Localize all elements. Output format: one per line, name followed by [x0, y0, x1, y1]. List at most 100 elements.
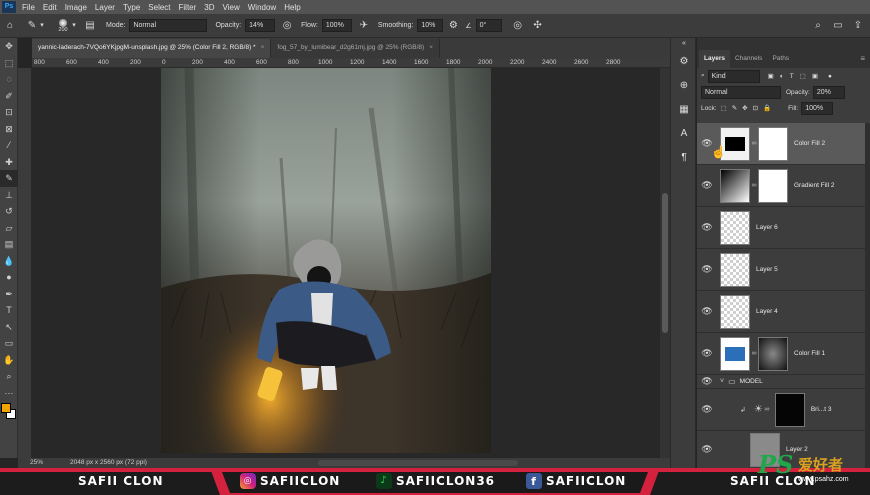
horizontal-scrollbar[interactable]	[318, 460, 518, 466]
libraries-icon[interactable]: ▦	[671, 98, 697, 122]
close-icon[interactable]: ×	[261, 44, 265, 51]
foreground-color-swatch[interactable]	[1, 403, 11, 413]
eyedropper-tool-icon[interactable]: ⁄	[0, 137, 18, 154]
quick-select-tool-icon[interactable]: ✐	[0, 88, 18, 105]
history-brush-tool-icon[interactable]: ↺	[0, 203, 18, 220]
share-icon[interactable]: ⇪	[852, 20, 864, 32]
collapse-icon[interactable]: «	[671, 38, 697, 50]
link-icon: ∞	[751, 182, 757, 189]
kind-filter-select[interactable]: Kind	[707, 69, 760, 83]
chevron-right-icon[interactable]: ›	[118, 459, 120, 466]
zoom-tool-icon[interactable]: ⌕	[0, 368, 18, 385]
rectangle-tool-icon[interactable]: ▭	[0, 335, 18, 352]
pressure-opacity-icon[interactable]: ◎	[281, 20, 293, 32]
filter-toggle-icon[interactable]: ●	[828, 73, 832, 80]
menu-layer[interactable]: Layer	[91, 3, 119, 12]
gear-icon[interactable]: ⚙	[447, 20, 459, 32]
home-icon[interactable]: ⌂	[4, 20, 16, 32]
chevron-down-icon[interactable]: ▾	[38, 20, 46, 32]
more-tools-icon[interactable]: ···	[0, 385, 18, 402]
pressure-size-icon[interactable]: ◎	[512, 20, 524, 32]
filter-type-icons[interactable]: ▣◐T⬚▣	[768, 72, 824, 80]
visibility-eye-icon[interactable]: 👁	[700, 376, 714, 387]
healing-brush-tool-icon[interactable]: ✚	[0, 154, 18, 171]
layer-group-model[interactable]: 👁 ˅ ▭ MODEL	[697, 375, 865, 389]
panel-menu-icon[interactable]: ≡	[855, 50, 870, 68]
menu-3d[interactable]: 3D	[200, 3, 218, 12]
symmetry-icon[interactable]: ✣	[532, 20, 544, 32]
lasso-tool-icon[interactable]: ◌	[0, 71, 18, 88]
properties-icon[interactable]: ⚙	[671, 50, 697, 74]
blend-mode-select[interactable]: Normal	[701, 85, 781, 99]
layer-row-gradient-fill-2[interactable]: 👁 ∞ Gradient Fill 2	[697, 165, 865, 207]
paragraph-icon[interactable]: ¶	[671, 146, 697, 170]
layer-fill-input[interactable]: 100%	[801, 101, 834, 115]
lock-icons[interactable]: ⬚✎✥⊡🔒	[721, 104, 777, 112]
menu-type[interactable]: Type	[119, 3, 144, 12]
crop-tool-icon[interactable]: ⊡	[0, 104, 18, 121]
menu-help[interactable]: Help	[280, 3, 304, 12]
lock-row: Lock: ⬚✎✥⊡🔒 Fill: 100%	[697, 100, 870, 116]
clone-stamp-tool-icon[interactable]: ⊥	[0, 187, 18, 204]
brush-settings-icon[interactable]: ▤	[84, 20, 96, 32]
gradient-tool-icon[interactable]: ▤	[0, 236, 18, 253]
tab-document-1[interactable]: yannic-laderach-7VQo6YKjpgM-unsplash.jpg…	[32, 39, 272, 58]
menu-view[interactable]: View	[219, 3, 244, 12]
airbrush-icon[interactable]: ✈	[358, 20, 370, 32]
visibility-eye-icon[interactable]: 👁	[700, 444, 714, 455]
menu-edit[interactable]: Edit	[39, 3, 61, 12]
flow-input[interactable]: 100%	[321, 19, 352, 32]
search-icon[interactable]: ⌕	[812, 20, 824, 32]
layer-opacity-input[interactable]: 20%	[812, 85, 845, 99]
scrollbar-thumb[interactable]	[662, 193, 668, 333]
visibility-eye-icon[interactable]: 👁	[700, 222, 714, 233]
visibility-eye-icon[interactable]: 👁	[700, 264, 714, 275]
chevron-down-icon[interactable]: ▾	[70, 20, 78, 32]
layer-row-layer-6[interactable]: 👁 Layer 6	[697, 207, 865, 249]
layer-row-layer-4[interactable]: 👁 Layer 4	[697, 291, 865, 333]
canvas-scrollbar[interactable]	[660, 68, 670, 458]
layer-row-color-fill-1[interactable]: 👁 ∞ Color Fill 1	[697, 333, 865, 375]
color-swatches[interactable]	[0, 401, 17, 425]
hand-tool-icon[interactable]: ✋	[0, 352, 18, 369]
menu-filter[interactable]: Filter	[175, 3, 201, 12]
brush-preset-picker[interactable]: 200	[56, 18, 70, 33]
blur-tool-icon[interactable]: 💧	[0, 253, 18, 270]
move-tool-icon[interactable]: ✥	[0, 38, 18, 55]
tab-paths[interactable]: Paths	[767, 50, 794, 68]
path-select-tool-icon[interactable]: ↖	[0, 319, 18, 336]
layer-row-layer-5[interactable]: 👁 Layer 5	[697, 249, 865, 291]
type-tool-icon[interactable]: T	[0, 302, 18, 319]
layer-row-brightness-3[interactable]: 👁 ↲ ☀ ∞ Bri...t 3	[697, 389, 865, 431]
layers-scrollbar[interactable]	[865, 123, 870, 468]
visibility-eye-icon[interactable]: 👁	[700, 348, 714, 359]
eraser-tool-icon[interactable]: ▱	[0, 220, 18, 237]
tab-layers[interactable]: Layers	[699, 50, 730, 68]
menu-window[interactable]: Window	[244, 3, 280, 12]
tab-channels[interactable]: Channels	[730, 50, 767, 68]
document-image[interactable]	[161, 68, 491, 453]
character-icon[interactable]: A	[671, 122, 697, 146]
chevron-down-icon[interactable]: ˅	[720, 378, 724, 385]
workspace-icon[interactable]: ▭	[832, 20, 844, 32]
visibility-eye-icon[interactable]: 👁	[700, 180, 714, 191]
visibility-eye-icon[interactable]: 👁	[700, 306, 714, 317]
pen-tool-icon[interactable]: ✒	[0, 286, 18, 303]
marquee-tool-icon[interactable]: ⬚	[0, 55, 18, 72]
brush-tool-icon[interactable]: ✎	[26, 20, 38, 32]
adjustments-icon[interactable]: ⊕	[671, 74, 697, 98]
brush-tool-icon[interactable]: ✎	[0, 170, 18, 187]
opacity-input[interactable]: 14%	[245, 19, 276, 32]
visibility-eye-icon[interactable]: 👁	[700, 404, 714, 415]
close-icon[interactable]: ×	[429, 44, 433, 51]
smoothing-input[interactable]: 10%	[417, 19, 444, 32]
dodge-tool-icon[interactable]: ●	[0, 269, 18, 286]
mode-select[interactable]: Normal	[129, 19, 208, 32]
tab-document-2[interactable]: fog_57_by_lumibear_d2g61mj.jpg @ 25% (RG…	[271, 39, 440, 58]
menu-select[interactable]: Select	[144, 3, 174, 12]
menu-image[interactable]: Image	[61, 3, 91, 12]
angle-input[interactable]: 0°	[475, 19, 502, 32]
zoom-level[interactable]: 25%	[30, 459, 43, 466]
menu-file[interactable]: File	[18, 3, 39, 12]
frame-tool-icon[interactable]: ⊠	[0, 121, 18, 138]
